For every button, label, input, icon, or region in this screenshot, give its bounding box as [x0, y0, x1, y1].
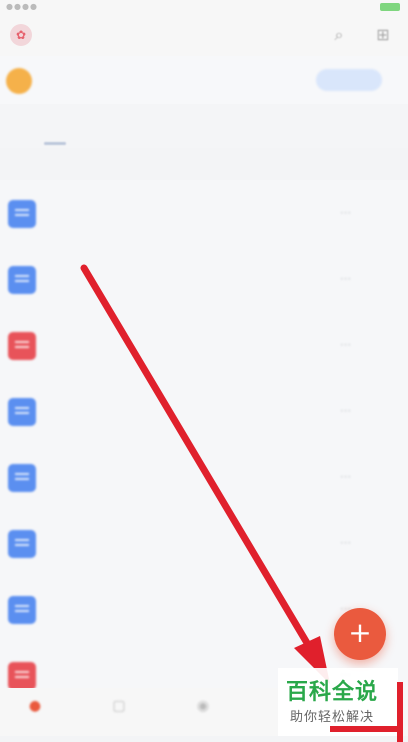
status-bar: ●●●● [0, 0, 408, 14]
battery-icon [380, 3, 400, 11]
banner-icon [6, 68, 32, 94]
banner-action-button[interactable] [316, 69, 382, 91]
more-icon[interactable]: ⋯ [340, 404, 351, 417]
app-logo-icon[interactable]: ✿ [10, 24, 32, 46]
promo-banner[interactable] [0, 56, 408, 104]
docs-icon[interactable]: ▢ [106, 698, 132, 724]
more-icon[interactable]: ⋯ [340, 338, 351, 351]
list-item[interactable]: ⋯ [0, 510, 408, 576]
more-icon[interactable]: ⋯ [340, 206, 351, 219]
list-item[interactable]: ⋯ [0, 312, 408, 378]
tab-indicator [44, 142, 66, 145]
signal-icon: ●●●● [6, 2, 38, 11]
grid-icon[interactable]: ⊞ [372, 24, 394, 46]
app-header: ✿ ⌕ ⊞ [0, 14, 408, 56]
list-item[interactable]: ⋯ [0, 444, 408, 510]
list-item[interactable]: ⋯ [0, 180, 408, 246]
document-icon [8, 200, 36, 228]
document-icon [8, 530, 36, 558]
document-icon [8, 464, 36, 492]
watermark-title: 百科全说 [286, 680, 379, 705]
watermark-subtitle: 助你轻松解决 [290, 710, 375, 725]
document-icon [8, 662, 36, 690]
search-icon[interactable]: ⌕ [328, 24, 350, 46]
more-icon[interactable]: ⋯ [340, 272, 351, 285]
list-item[interactable]: ⋯ [0, 246, 408, 312]
document-icon [8, 266, 36, 294]
list-item[interactable]: ⋯ [0, 378, 408, 444]
document-icon [8, 596, 36, 624]
document-icon [8, 398, 36, 426]
watermark-bracket-base [330, 726, 400, 732]
document-icon [8, 332, 36, 360]
watermark-bracket [397, 682, 403, 742]
more-icon[interactable]: ⋯ [340, 470, 351, 483]
tab-bar [0, 104, 408, 148]
more-icon[interactable]: ⋯ [340, 536, 351, 549]
watermark: 百科全说 助你轻松解决 [278, 668, 403, 742]
section-header [0, 148, 408, 178]
app-icon[interactable]: ◉ [190, 698, 216, 724]
create-fab-button[interactable]: + [334, 608, 386, 660]
home-icon[interactable]: ● [22, 698, 48, 724]
